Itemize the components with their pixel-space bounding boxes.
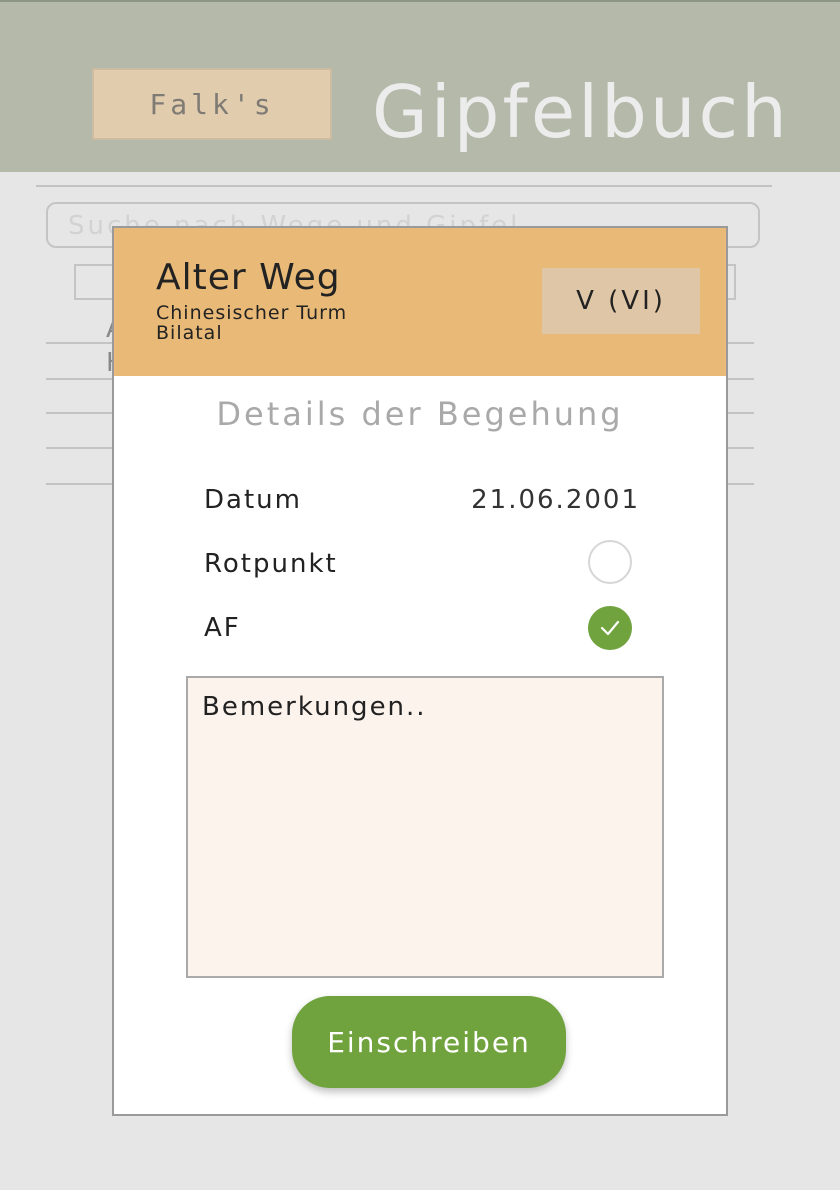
app-header: Falk's Gipfelbuch: [0, 0, 840, 172]
summit-name: Chinesischer Turm: [156, 302, 348, 324]
rotpunkt-checkbox[interactable]: [588, 540, 632, 584]
section-title: Details der Begehung: [216, 395, 624, 433]
route-name: Alter Weg: [156, 257, 341, 298]
app-title: Gipfelbuch: [372, 70, 790, 154]
af-label: AF: [204, 613, 241, 643]
submit-button[interactable]: Einschreiben: [292, 996, 566, 1088]
ascent-details-modal: Alter Weg Chinesischer Turm Bilatal V (V…: [112, 226, 728, 1116]
rotpunkt-label: Rotpunkt: [204, 549, 338, 579]
checkmark-icon: [600, 620, 620, 636]
logo: Falk's: [92, 68, 332, 140]
date-value[interactable]: 21.06.2001: [471, 484, 640, 516]
area-name: Bilatal: [156, 322, 223, 344]
background-divider: [36, 185, 772, 187]
grade-badge: V (VI): [542, 268, 700, 334]
notes-textarea[interactable]: [186, 676, 664, 978]
route-header: Alter Weg Chinesischer Turm Bilatal V (V…: [114, 228, 726, 376]
af-checkbox[interactable]: [588, 606, 632, 650]
date-label: Datum: [204, 485, 302, 515]
